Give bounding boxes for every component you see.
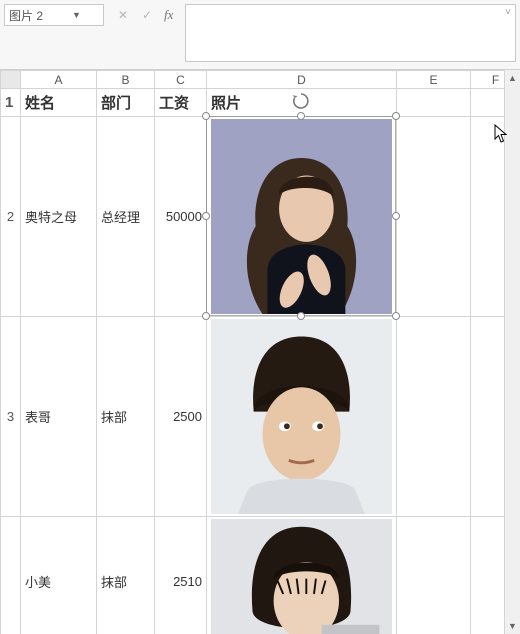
cell-b1[interactable]: 部门 [97,89,155,117]
mouse-cursor-icon [494,124,508,144]
formula-buttons: ✕ ✓ fx [110,4,179,26]
cell-e2[interactable] [397,117,471,317]
cell-d2[interactable] [207,117,397,317]
cell-d1[interactable]: 照片 [207,89,397,117]
name-box-value: 图片 2 [9,7,54,24]
name-box[interactable]: 图片 2 ▼ [4,4,104,26]
vertical-scrollbar[interactable]: ▲ ▼ [504,70,520,634]
cell-b3[interactable]: 抹部 [97,317,155,517]
table-row: 1 姓名 部门 工资 照片 [1,89,520,117]
cancel-icon[interactable]: ✕ [116,8,130,22]
cell-e3[interactable] [397,317,471,517]
row-header-2[interactable]: 2 [1,117,21,317]
cell-b4[interactable]: 抹部 [97,517,155,634]
cell-b2[interactable]: 总经理 [97,117,155,317]
col-header-a[interactable]: A [21,71,97,89]
table-row: 小美 抹部 2510 [1,517,520,634]
row-header-1[interactable]: 1 [1,89,21,117]
cell-d3[interactable] [207,317,397,517]
formula-expand-icon[interactable]: ˅ [501,5,515,20]
scroll-down-icon[interactable]: ▼ [505,618,520,634]
select-all-corner[interactable] [1,71,21,89]
formula-input[interactable]: ˅ [185,4,516,62]
fx-icon[interactable]: fx [164,7,173,23]
cell-a2[interactable]: 奥特之母 [21,117,97,317]
cell-c3[interactable]: 2500 [155,317,207,517]
sheet-area: A B C D E F 1 姓名 部门 工资 照片 2 奥特之母 [0,70,520,634]
cell-c2[interactable]: 50000 [155,117,207,317]
cell-c1[interactable]: 工资 [155,89,207,117]
column-header-row: A B C D E F [1,71,520,89]
col-header-b[interactable]: B [97,71,155,89]
row-header-4[interactable] [1,517,21,634]
spreadsheet-grid[interactable]: A B C D E F 1 姓名 部门 工资 照片 2 奥特之母 [0,70,520,634]
cell-a3[interactable]: 表哥 [21,317,97,517]
col-header-c[interactable]: C [155,71,207,89]
photo-image[interactable] [211,519,392,634]
formula-bar-area: 图片 2 ▼ ✕ ✓ fx ˅ [0,0,520,70]
cell-d4[interactable] [207,517,397,634]
col-header-d[interactable]: D [207,71,397,89]
cell-e4[interactable] [397,517,471,634]
scroll-up-icon[interactable]: ▲ [505,70,520,86]
cell-c4[interactable]: 2510 [155,517,207,634]
name-box-dropdown-icon[interactable]: ▼ [54,10,99,20]
row-header-3[interactable]: 3 [1,317,21,517]
col-header-e[interactable]: E [397,71,471,89]
cell-e1[interactable] [397,89,471,117]
cell-a1[interactable]: 姓名 [21,89,97,117]
photo-image[interactable] [211,319,392,514]
scroll-track[interactable] [505,86,520,618]
table-row: 2 奥特之母 总经理 50000 [1,117,520,317]
cell-a4[interactable]: 小美 [21,517,97,634]
confirm-icon[interactable]: ✓ [140,8,154,22]
photo-image[interactable] [211,119,392,314]
table-row: 3 表哥 抹部 2500 [1,317,520,517]
